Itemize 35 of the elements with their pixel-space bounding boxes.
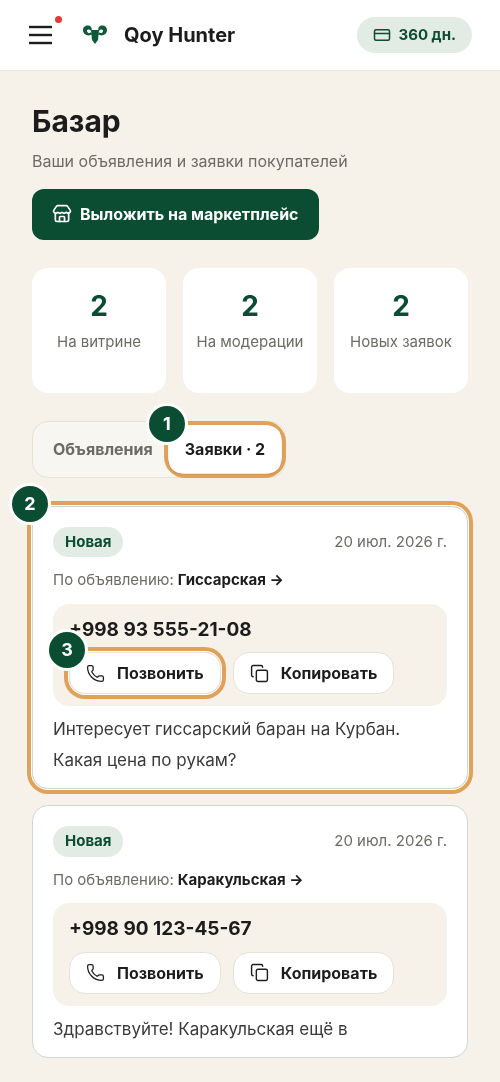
request-message: Здравствуйте! Каракульская ещё в [53, 1017, 349, 1041]
stat-value: 2 [392, 291, 410, 320]
menu-icon[interactable] [28, 24, 54, 46]
ram-logo-icon [82, 24, 108, 46]
phone-icon [86, 963, 105, 982]
stat-value: 2 [241, 291, 259, 320]
stat-label: На витрине [56, 331, 142, 352]
stat-value: 2 [90, 291, 108, 320]
copy-button[interactable]: Копировать [232, 652, 395, 694]
request-date: 20 июл. 2026 г. [334, 830, 447, 852]
page-title: Базар [32, 103, 122, 141]
request-date: 20 июл. 2026 г. [334, 530, 447, 553]
phone-icon [86, 663, 105, 683]
copy-button[interactable]: Копировать [232, 951, 395, 994]
stat-label: Новых заявок [349, 331, 453, 352]
listing-prefix: По объявлению: [53, 868, 174, 891]
phone-number: +998 90 123-45-67 [69, 916, 253, 942]
card-icon [372, 26, 391, 44]
listing-link[interactable]: Гиссарская → [177, 569, 284, 592]
step-marker: 2 [12, 485, 48, 522]
listing-link[interactable]: Каракульская → [177, 868, 304, 891]
step-marker: 1 [148, 405, 185, 442]
stat-label: На модерации [195, 331, 305, 352]
call-button[interactable]: Позвонить [69, 951, 221, 994]
request-message: Интересует гиссарский баран на Курбан. Какая цена по рукам? [53, 718, 402, 772]
status-badge: Новая [53, 826, 124, 857]
brand-name: Qoy Hunter [124, 22, 236, 49]
listing-prefix: По объявлению: [53, 569, 174, 591]
page-subtitle: Ваши объявления и заявки покупателей [32, 149, 349, 173]
publish-button[interactable]: Выложить на маркетплейс [32, 188, 319, 240]
store-icon [52, 204, 72, 224]
copy-icon [249, 663, 269, 683]
copy-icon [249, 963, 269, 982]
status-badge: Новая [53, 526, 124, 557]
days-badge: 360 дн. [356, 17, 472, 53]
